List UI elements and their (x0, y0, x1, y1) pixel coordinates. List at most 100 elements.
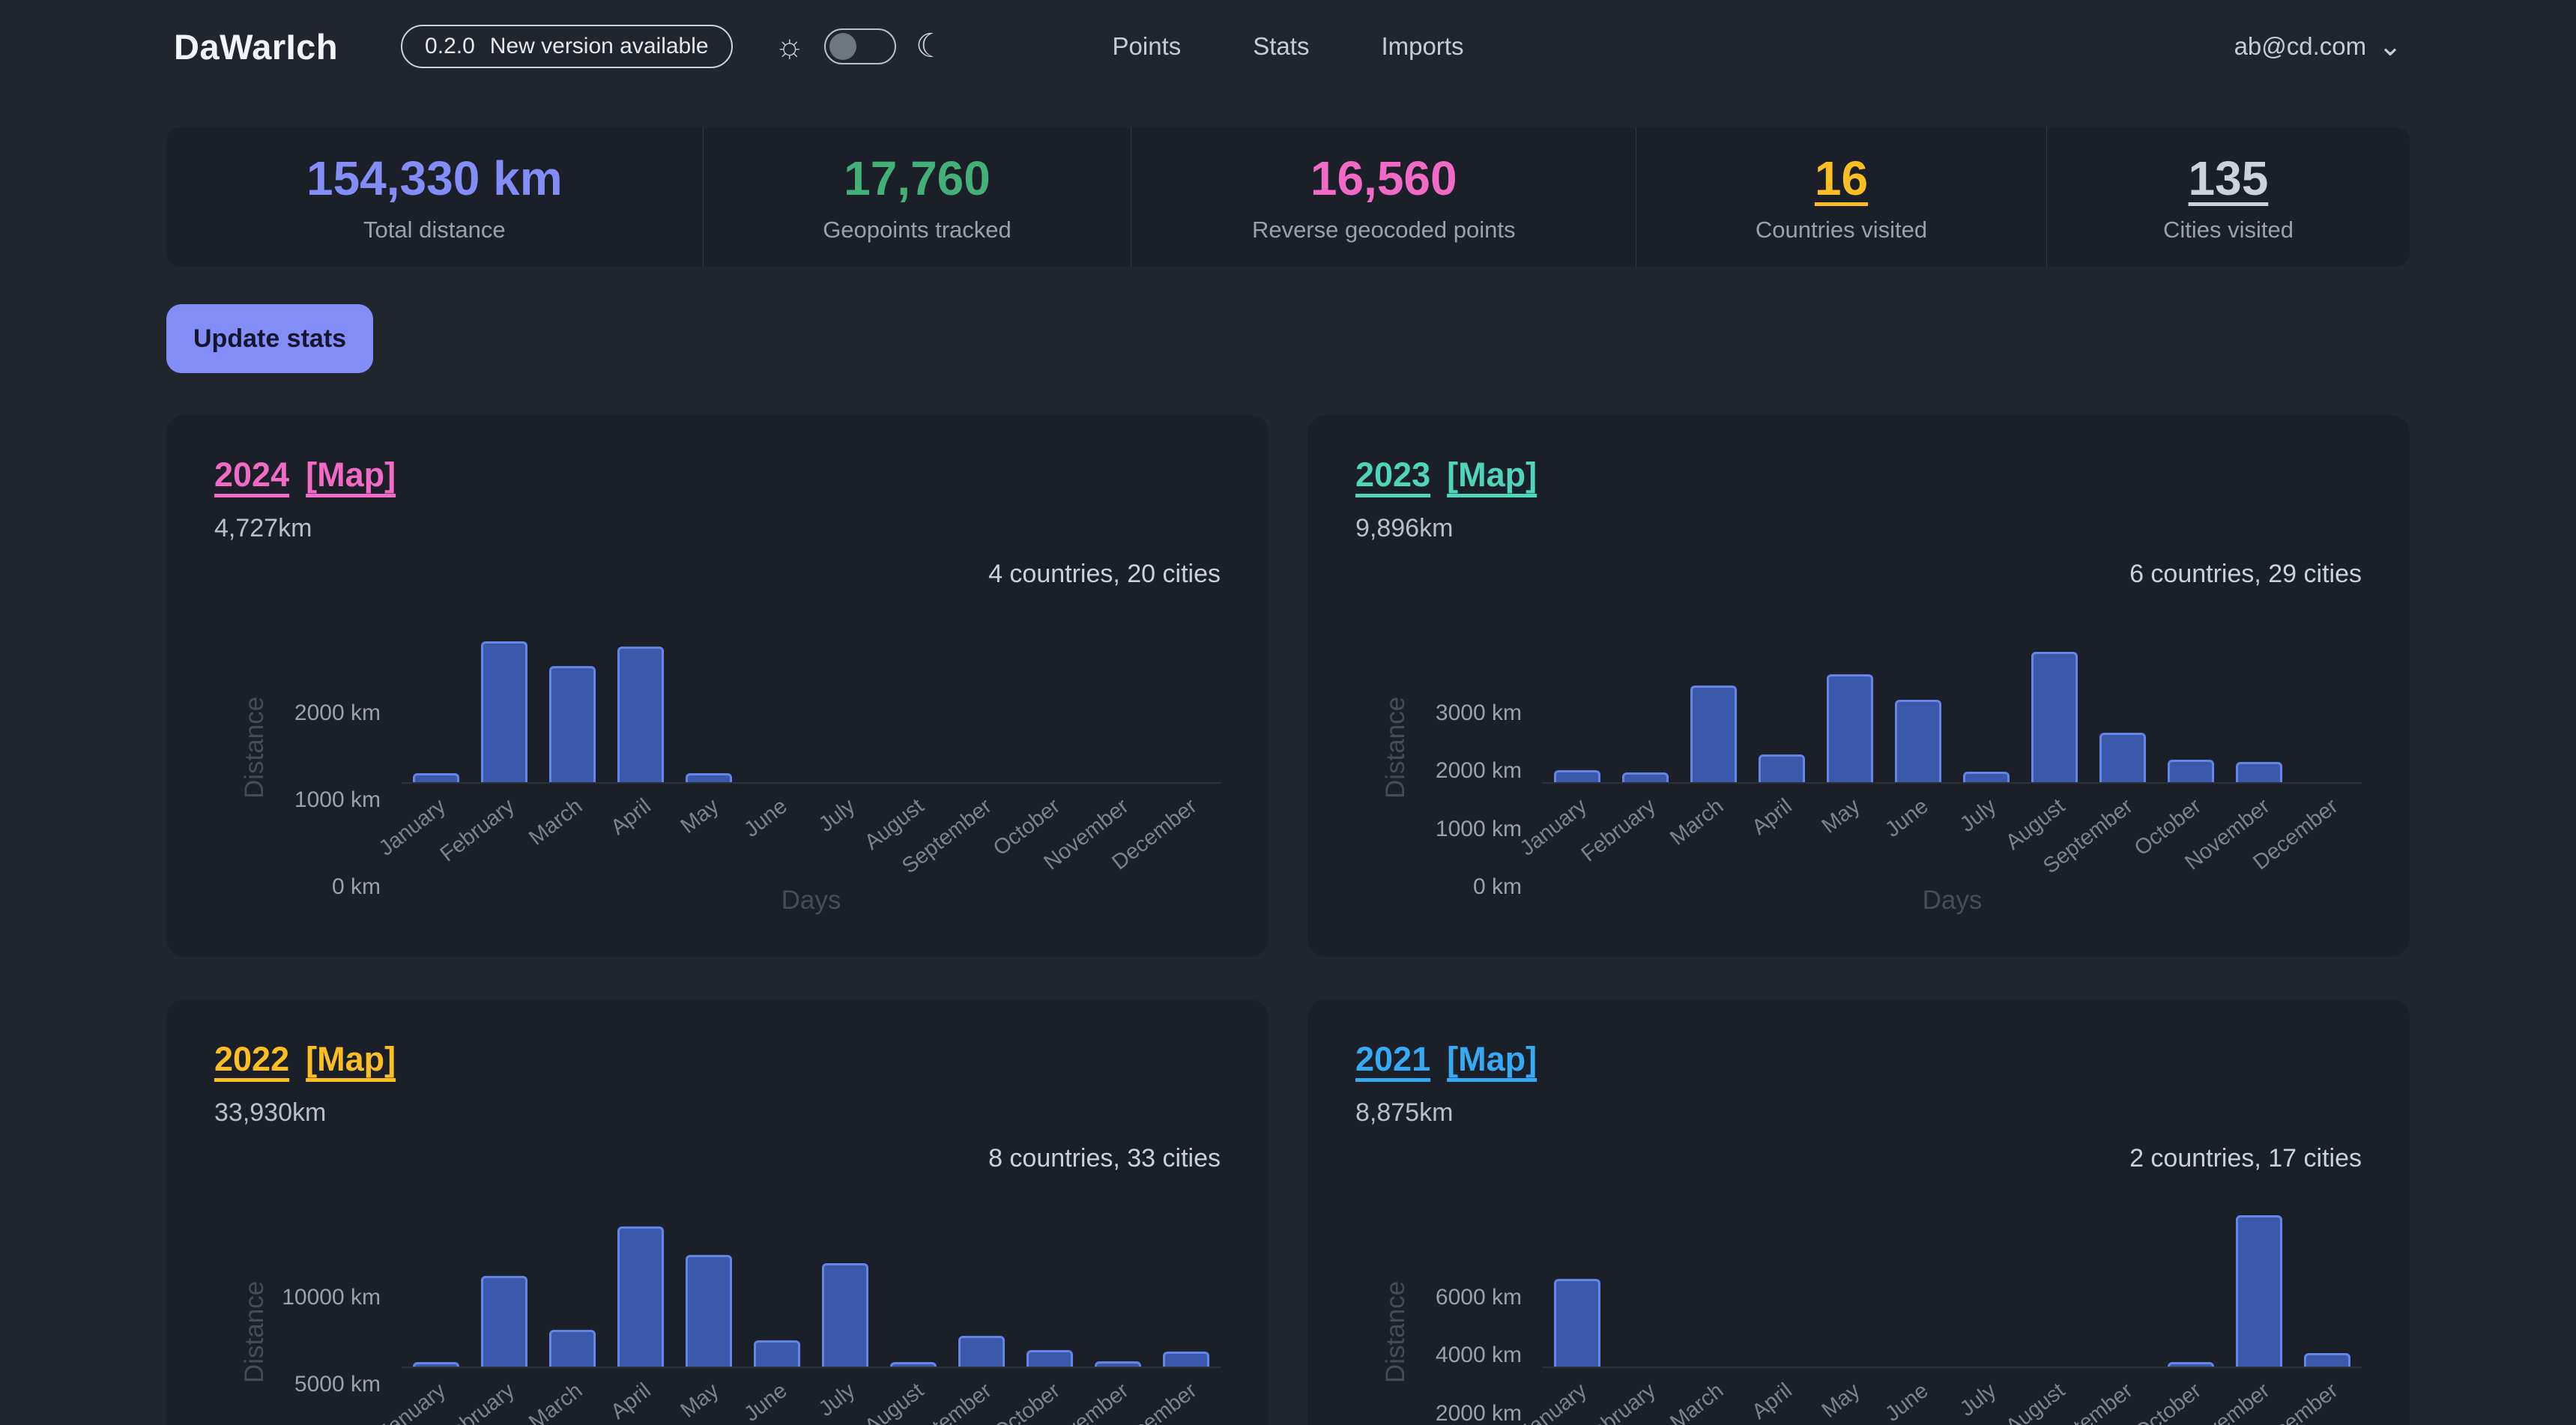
bar-august (890, 1362, 937, 1367)
year-distance: 8,875km (1355, 1098, 2362, 1128)
countries-visited-link[interactable]: 16 (1815, 151, 1868, 206)
x-tick-labels: JanuaryFebruaryMarchAprilMayJuneJulyAugu… (1543, 784, 2362, 889)
stat-cities-visited: 135 Cities visited (2046, 127, 2410, 267)
account-menu[interactable]: ab@cd.com ⌄ (2234, 32, 2402, 61)
x-tick: December (2294, 1368, 2362, 1425)
year-distance: 4,727km (214, 514, 1221, 543)
x-tick: March (1679, 1368, 1747, 1425)
version-badge[interactable]: 0.2.0 New version available (401, 25, 733, 68)
x-tick-label: June (1881, 794, 1933, 843)
x-tick: May (674, 784, 743, 889)
bar-slot (402, 1362, 470, 1367)
x-tick: December (1152, 784, 1221, 889)
main-nav: Points Stats Imports (1113, 32, 1464, 61)
year-summary: 2 countries, 17 cities (1355, 1144, 2362, 1173)
year-link[interactable]: 2024 (214, 456, 289, 494)
bar-slot (1084, 1361, 1152, 1367)
year-summary: 6 countries, 29 cities (1355, 560, 2362, 589)
x-tick-label: April (606, 794, 656, 841)
bar-january (413, 1362, 459, 1367)
x-tick-label: July (1956, 794, 2001, 838)
nav-imports[interactable]: Imports (1381, 32, 1463, 61)
cities-visited-link[interactable]: 135 (2189, 151, 2269, 206)
bar-slot (1747, 754, 1815, 782)
x-tick-labels: JanuaryFebruaryMarchAprilMayJuneJulyAugu… (402, 1368, 1221, 1425)
bar-slot (606, 1226, 674, 1367)
year-link[interactable]: 2021 (1355, 1040, 1430, 1079)
bar-slot (606, 647, 674, 782)
x-tick: April (1747, 784, 1815, 889)
card-head: 2022 [Map] (214, 1040, 1221, 1079)
stat-label: Cities visited (2163, 217, 2294, 243)
bar-april (1759, 754, 1805, 782)
x-tick-label: July (1956, 1379, 2001, 1422)
card-head: 2024 [Map] (214, 456, 1221, 494)
x-tick: April (606, 784, 674, 889)
map-link[interactable]: [Map] (1447, 1040, 1537, 1079)
y-tick-label: 4000 km (1436, 1343, 1522, 1368)
version-text: New version available (490, 34, 709, 59)
app-logo[interactable]: DaWarIch (174, 26, 338, 67)
map-link[interactable]: [Map] (1447, 456, 1537, 494)
x-tick: March (538, 784, 606, 889)
year-link[interactable]: 2022 (214, 1040, 289, 1079)
x-tick: April (606, 1368, 674, 1425)
bar-march (549, 1330, 596, 1367)
x-tick-label: May (1818, 794, 1865, 839)
y-tick-label: 5000 km (294, 1372, 381, 1397)
year-summary: 4 countries, 20 cities (214, 560, 1221, 589)
stat-value: 154,330 km (306, 151, 563, 206)
x-tick-label: April (1747, 1379, 1797, 1425)
x-tick-label: April (1747, 794, 1797, 841)
bar-slot (2157, 760, 2225, 782)
bar-slot (538, 666, 606, 782)
x-tick-label: April (606, 1379, 656, 1425)
card-head: 2023 [Map] (1355, 456, 2362, 494)
y-axis-title: Distance (240, 619, 270, 799)
bar-november (2236, 1215, 2282, 1367)
nav-stats[interactable]: Stats (1253, 32, 1309, 61)
map-link[interactable]: [Map] (306, 1040, 396, 1079)
chevron-down-icon: ⌄ (2378, 38, 2402, 55)
x-tick-label: July (814, 794, 860, 838)
year-summary: 8 countries, 33 cities (214, 1144, 1221, 1173)
year-cards-grid: 2024 [Map] 4,727km 4 countries, 20 citie… (166, 415, 2410, 1425)
stat-geopoints: 17,760 Geopoints tracked (703, 127, 1131, 267)
toggle-knob (829, 33, 856, 60)
bar-may (1827, 674, 1873, 782)
bar-slot (2225, 1215, 2294, 1367)
y-tick-label: 0 km (332, 874, 381, 900)
stat-label: Reverse geocoded points (1252, 217, 1516, 243)
x-tick: May (674, 1368, 743, 1425)
bar-slot (1815, 674, 1884, 782)
theme-toggle[interactable] (824, 28, 896, 64)
bar-october (2168, 760, 2214, 782)
x-tick: June (1884, 1368, 1952, 1425)
bar-may (686, 1255, 732, 1367)
bar-july (822, 1263, 868, 1367)
update-stats-button[interactable]: Update stats (166, 304, 373, 373)
x-tick-label: January (375, 1379, 451, 1425)
bar-march (1690, 686, 1737, 782)
year-link[interactable]: 2023 (1355, 456, 1430, 494)
y-tick-label: 3000 km (1436, 701, 1522, 726)
bar-slot (2294, 1353, 2362, 1367)
year-card-2023: 2023 [Map] 9,896km 6 countries, 29 citie… (1307, 415, 2410, 957)
theme-switcher: ☼ ☾ (775, 28, 946, 64)
bar-slot (880, 1362, 948, 1367)
chart-bars (402, 604, 1221, 784)
x-tick: April (1747, 1368, 1815, 1425)
bar-slot (1543, 770, 1611, 782)
y-tick-label: 0 km (1473, 874, 1522, 900)
bar-january (1554, 1279, 1600, 1367)
x-tick: December (2294, 784, 2362, 889)
x-tick-label: May (677, 794, 724, 839)
nav-points[interactable]: Points (1113, 32, 1182, 61)
year-distance: 33,930km (214, 1098, 1221, 1128)
x-tick: December (1152, 1368, 1221, 1425)
map-link[interactable]: [Map] (306, 456, 396, 494)
bar-october (2168, 1362, 2214, 1367)
bar-slot (743, 1340, 811, 1367)
bar-september (958, 1336, 1005, 1367)
x-tick-labels: JanuaryFebruaryMarchAprilMayJuneJulyAugu… (1543, 1368, 2362, 1425)
